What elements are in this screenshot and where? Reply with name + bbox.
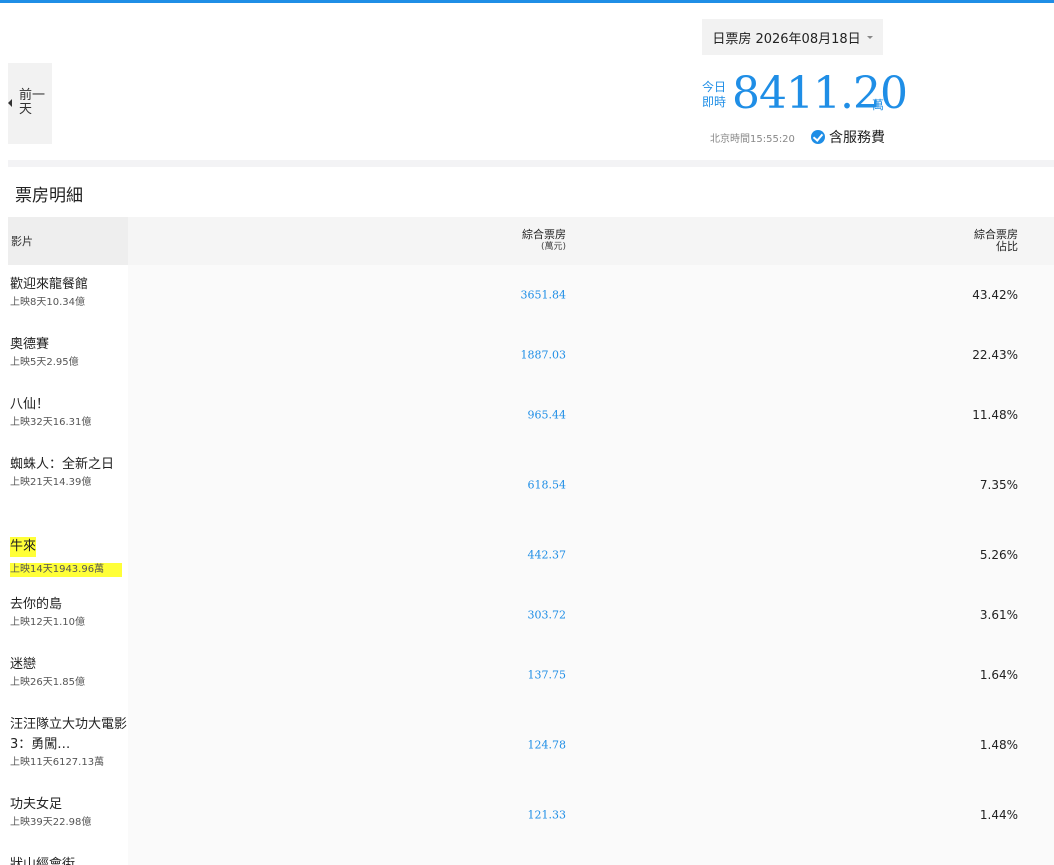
share-value: 1.44% (979, 808, 1018, 822)
film-name[interactable]: 奧德賽 (10, 335, 128, 355)
service-fee-label: 含服務費 (829, 130, 885, 146)
film-name[interactable]: 功夫女足 (10, 795, 128, 815)
box-office-value: 137.75 (527, 668, 567, 682)
film-info: 上映32天16.31億 (10, 417, 92, 428)
film-info: 上映5天2.95億 (10, 357, 79, 368)
film-cell: 去你的島 上映12天1.10億 (8, 585, 128, 645)
table-row[interactable]: 功夫女足 上映39天22.98億 121.33 1.44% (8, 785, 1054, 845)
table-row[interactable]: 迷戀 上映26天1.85億 137.75 1.64% (8, 645, 1054, 705)
film-name[interactable]: 蜘蛛人：全新之日 (10, 455, 128, 475)
table-row[interactable]: 奧德賽 上映5天2.95億 1887.03 22.43% (8, 325, 1054, 385)
box-office-value: 303.72 (527, 608, 567, 622)
film-cell: 狀山經會街 (8, 845, 128, 865)
table-row[interactable]: 汪汪隊立大功大電影3：勇闖… 上映11天6127.13萬 124.78 1.48… (8, 705, 1054, 785)
box-office-value: 121.33 (527, 808, 567, 822)
header-film: 影片 (8, 217, 128, 265)
film-info: 上映39天22.98億 (10, 817, 92, 828)
table-row[interactable]: 狀山經會街 (8, 845, 1054, 865)
film-cell: 八仙！ 上映32天16.31億 (8, 385, 128, 445)
caret-left-icon (8, 99, 12, 107)
share-value: 43.42% (972, 288, 1018, 302)
section-title: 票房明細 (15, 186, 83, 206)
box-office-value: 965.44 (527, 408, 567, 422)
film-info: 上映8天10.34億 (10, 297, 85, 308)
film-cell: 牛來 上映14天1943.96萬 (8, 525, 128, 585)
box-office-table: 影片 綜合票房 (萬元) 綜合票房 佔比 歡迎來龍餐館 上映8天10.34億 3… (8, 217, 1054, 865)
film-name[interactable]: 迷戀 (10, 655, 128, 675)
today-box-office-unit: 萬 (872, 98, 885, 112)
share-value: 1.48% (979, 738, 1018, 752)
top-accent-bar (0, 0, 1054, 3)
header-box-office-label: 綜合票房 (522, 228, 566, 241)
film-cell: 奧德賽 上映5天2.95億 (8, 325, 128, 385)
table-row[interactable]: 八仙！ 上映32天16.31億 965.44 11.48% (8, 385, 1054, 445)
header-box-office-unit: (萬元) (540, 242, 566, 252)
film-info: 上映26天1.85億 (10, 677, 85, 688)
film-name[interactable]: 汪汪隊立大功大電影3：勇闖… (10, 715, 128, 755)
today-live-label: 今日即時 (702, 80, 727, 109)
share-value: 1.64% (979, 668, 1018, 682)
prev-day-button[interactable]: 前一天 (8, 63, 52, 144)
share-value: 22.43% (972, 348, 1018, 362)
film-info: 上映21天14.39億 (10, 477, 92, 488)
beijing-time: 北京時間15:55:20 (710, 134, 795, 145)
film-info: 上映11天6127.13萬 (10, 757, 105, 768)
header-share[interactable]: 綜合票房 佔比 (974, 229, 1018, 253)
header-share-sub: 佔比 (996, 240, 1018, 253)
film-name[interactable]: 去你的島 (10, 595, 128, 615)
table-header: 影片 綜合票房 (萬元) 綜合票房 佔比 (8, 217, 1054, 265)
film-cell: 蜘蛛人：全新之日 上映21天14.39億 (8, 445, 128, 525)
box-office-value: 3651.84 (520, 288, 567, 302)
share-value: 7.35% (979, 478, 1018, 492)
box-office-value: 1887.03 (520, 348, 567, 362)
date-select-label: 日票房 2026年08月18日 (712, 31, 861, 47)
film-name[interactable]: 八仙！ (10, 395, 128, 415)
film-name[interactable]: 歡迎來龍餐館 (10, 275, 128, 295)
box-office-value: 124.78 (527, 738, 567, 752)
share-value: 11.48% (972, 408, 1018, 422)
film-info: 上映14天1943.96萬 (10, 563, 123, 577)
section-divider (8, 160, 1054, 167)
prev-day-label: 前一天 (19, 88, 46, 117)
table-row[interactable]: 蜘蛛人：全新之日 上映21天14.39億 618.54 7.35% (8, 445, 1054, 525)
film-cell: 功夫女足 上映39天22.98億 (8, 785, 128, 845)
table-row[interactable]: 牛來 上映14天1943.96萬 442.37 5.26% (8, 525, 1054, 585)
film-cell: 迷戀 上映26天1.85億 (8, 645, 128, 705)
service-fee-toggle[interactable]: 含服務費 (811, 127, 885, 147)
share-value: 5.26% (979, 548, 1018, 562)
share-value: 3.61% (979, 608, 1018, 622)
film-info: 上映12天1.10億 (10, 617, 85, 628)
film-cell: 歡迎來龍餐館 上映8天10.34億 (8, 265, 128, 325)
header-box-office[interactable]: 綜合票房 (萬元) (522, 229, 566, 253)
date-select[interactable]: 日票房 2026年08月18日 (702, 19, 883, 55)
table-row[interactable]: 去你的島 上映12天1.10億 303.72 3.61% (8, 585, 1054, 645)
box-office-value: 442.37 (527, 548, 567, 562)
box-office-value: 618.54 (527, 478, 567, 492)
caret-down-icon (866, 35, 873, 39)
table-row[interactable]: 歡迎來龍餐館 上映8天10.34億 3651.84 43.42% (8, 265, 1054, 325)
check-circle-icon (811, 130, 825, 144)
film-name[interactable]: 牛來 (10, 537, 37, 557)
film-cell: 汪汪隊立大功大電影3：勇闖… 上映11天6127.13萬 (8, 705, 128, 785)
